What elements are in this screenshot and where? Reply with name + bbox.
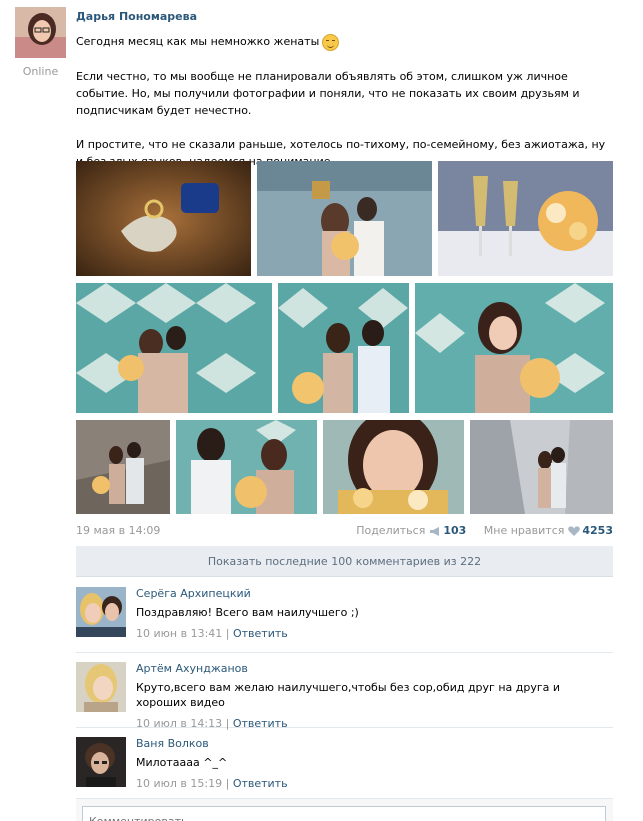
post-paragraph-2: Если честно, то мы вообще не планировали…	[76, 69, 580, 117]
comment: Артём Ахунджанов Круто,всего вам желаю н…	[76, 653, 613, 730]
photo-couple-street[interactable]	[76, 420, 170, 514]
comment-author[interactable]: Ваня Волков	[136, 736, 613, 751]
photo-couple-face[interactable]	[176, 420, 317, 514]
post-meta: 19 мая в 14:09 Поделиться 103 Мне нравитс…	[76, 523, 613, 539]
comment-author[interactable]: Серёга Архипецкий	[136, 586, 613, 601]
post-date[interactable]: 19 мая в 14:09	[76, 524, 160, 537]
comment-text: Милотаааа ^_^	[136, 756, 228, 769]
like-label: Мне нравится	[483, 524, 565, 537]
share-count: 103	[443, 524, 467, 537]
post-text-line1: Сегодня месяц как мы немножко женаты	[76, 35, 320, 48]
comment-text: Круто,всего вам желаю наилучшего,чтобы б…	[136, 681, 561, 709]
comment: Серёга Архипецкий Поздравляю! Всего вам …	[76, 578, 613, 653]
photo-couple-hug[interactable]	[76, 283, 272, 413]
smile-emoji-icon	[322, 33, 340, 51]
post-author[interactable]: Дарья Пономарева	[76, 10, 613, 24]
online-status: Online	[22, 65, 59, 78]
photo-champagne[interactable]	[438, 161, 613, 276]
like-count: 4253	[582, 524, 613, 537]
like-button[interactable]: Мне нравится 4253	[484, 524, 613, 537]
heart-icon	[568, 526, 581, 536]
comment-input[interactable]	[82, 806, 606, 821]
author-avatar[interactable]	[15, 7, 66, 58]
photo-rings[interactable]	[76, 161, 251, 276]
comment-avatar[interactable]	[76, 737, 126, 787]
share-label: Поделиться	[356, 524, 426, 537]
share-button[interactable]: Поделиться 103	[356, 524, 470, 537]
comment-form	[76, 798, 613, 821]
photo-bride[interactable]	[415, 283, 613, 413]
reply-link[interactable]: Ответить	[233, 777, 288, 790]
reply-link[interactable]: Ответить	[233, 627, 288, 640]
photo-couple-kiss[interactable]	[257, 161, 432, 276]
comment-date[interactable]: 10 июл в 15:19	[136, 777, 222, 790]
megaphone-icon	[430, 526, 440, 536]
comment-text: Поздравляю! Всего вам наилучшего ;)	[136, 606, 359, 619]
comment: Ваня Волков Милотаааа ^_^ 10 июл в 15:19…	[76, 728, 613, 803]
comment-avatar[interactable]	[76, 587, 126, 637]
photo-bride-closeup[interactable]	[323, 420, 464, 514]
photo-couple-building[interactable]	[470, 420, 613, 514]
comment-date[interactable]: 10 июн в 13:41	[136, 627, 222, 640]
post: Дарья Пономарева Сегодня месяц как мы не…	[76, 10, 613, 170]
post-text: Сегодня месяц как мы немножко женаты Есл…	[76, 33, 613, 170]
comment-author[interactable]: Артём Ахунджанов	[136, 661, 613, 676]
comment-avatar[interactable]	[76, 662, 126, 712]
show-more-comments-button[interactable]: Показать последние 100 комментариев из 2…	[76, 546, 613, 577]
photo-couple-standing[interactable]	[278, 283, 409, 413]
